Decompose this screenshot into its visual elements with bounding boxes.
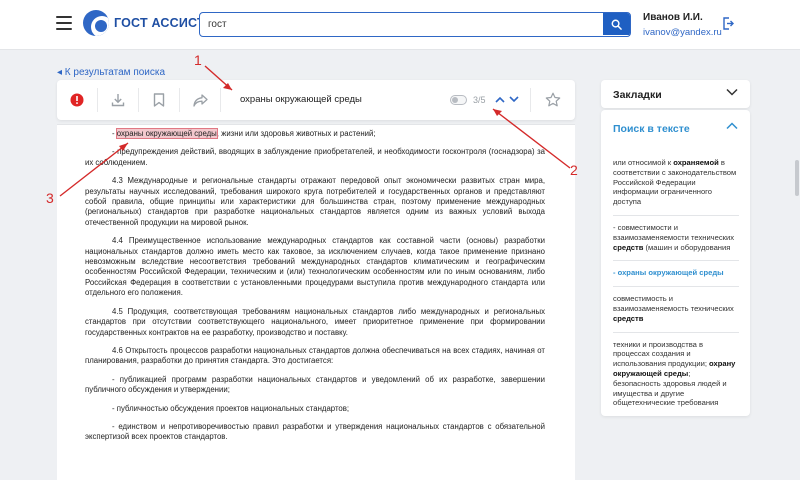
logo-icon <box>83 10 109 36</box>
search-button[interactable] <box>603 13 630 35</box>
document-text: - охраны окружающей среды, жизни или здо… <box>85 128 545 451</box>
chevron-up-icon <box>495 96 505 103</box>
annotation-number-2: 2 <box>570 162 578 178</box>
doc-paragraph: 4.4 Преимущественное использование между… <box>85 236 545 298</box>
search-box <box>199 12 631 37</box>
favorite-button[interactable] <box>533 80 573 120</box>
logout-icon[interactable] <box>722 17 734 30</box>
bookmark-icon <box>153 93 165 107</box>
share-icon <box>192 93 208 107</box>
annotation-number-1: 1 <box>194 52 202 68</box>
doc-paragraph: - охраны окружающей среды, жизни или здо… <box>112 128 376 139</box>
doc-paragraph: 4.5 Продукция, соответствующая требовани… <box>85 306 545 337</box>
doc-paragraph: - единством и непротиворечивостью правил… <box>85 421 545 442</box>
text-search-panel: Поиск в тексте или относимой к охраняемо… <box>601 110 750 416</box>
annotation-number-3: 3 <box>46 190 54 206</box>
chevron-down-icon[interactable] <box>726 88 738 96</box>
search-result-item[interactable]: техники и производства в процессах созда… <box>613 340 739 417</box>
toolbar-divider <box>530 88 531 112</box>
menu-icon[interactable] <box>56 16 72 30</box>
share-button[interactable] <box>180 80 220 120</box>
highlight-toggle[interactable] <box>450 95 467 105</box>
search-input[interactable] <box>200 13 600 35</box>
doc-paragraph: 4.6 Открытость процессов разработки наци… <box>85 345 545 366</box>
user-name: Иванов И.И. <box>643 12 703 23</box>
toolbar-divider <box>220 88 221 112</box>
prev-match-button[interactable] <box>493 92 507 106</box>
chevron-up-icon[interactable] <box>726 122 738 130</box>
search-result-item[interactable]: совместимость и взаимозаменяемость техни… <box>613 294 739 333</box>
user-email: ivanov@yandex.ru <box>643 27 722 38</box>
user-info[interactable]: Иванов И.И. ivanov@yandex.ru <box>643 12 722 38</box>
document-viewer[interactable]: - охраны окружающей среды, жизни или здо… <box>57 124 575 480</box>
bookmarks-title: Закладки <box>613 89 662 101</box>
text-search-title[interactable]: Поиск в тексте <box>613 123 690 135</box>
search-result-item[interactable]: или относимой к охраняемой в соответстви… <box>613 158 739 216</box>
doc-paragraph: 4.3 Международные и региональные стандар… <box>85 176 545 227</box>
download-icon <box>111 94 125 107</box>
app-header: ГОСТ АССИСТЕНТ Иванов И.И. ivanov@yandex… <box>0 0 800 50</box>
alert-icon <box>70 93 84 107</box>
search-result-item[interactable]: - совместимости и взаимозаменяемости тех… <box>613 223 739 262</box>
page-scrollbar[interactable] <box>795 160 799 196</box>
document-toolbar: охраны окружающей среды 3/5 <box>57 80 575 120</box>
download-button[interactable] <box>98 80 138 120</box>
alert-button[interactable] <box>57 80 97 120</box>
doc-paragraph: - публикацией программ разработки национ… <box>85 374 545 395</box>
back-to-results-link[interactable]: ◂ К результатам поиска <box>57 67 165 78</box>
next-match-button[interactable] <box>507 92 521 106</box>
search-query: охраны окружающей среды <box>240 94 362 105</box>
doc-paragraph: - предупреждения действий, вводящих в за… <box>85 147 545 167</box>
chevron-down-icon <box>509 95 519 102</box>
search-result-item-active[interactable]: - охраны окружающей среды <box>613 268 739 288</box>
bookmark-button[interactable] <box>139 80 179 120</box>
bookmarks-panel[interactable]: Закладки <box>601 80 750 108</box>
search-results-list: или относимой к охраняемой в соответстви… <box>613 158 739 423</box>
search-icon <box>611 19 622 30</box>
star-icon <box>545 92 561 107</box>
search-highlight: охраны окружающей среды <box>115 128 218 139</box>
doc-paragraph: - публичностью обсуждения проектов нацио… <box>112 403 350 413</box>
match-counter: 3/5 <box>473 95 486 105</box>
